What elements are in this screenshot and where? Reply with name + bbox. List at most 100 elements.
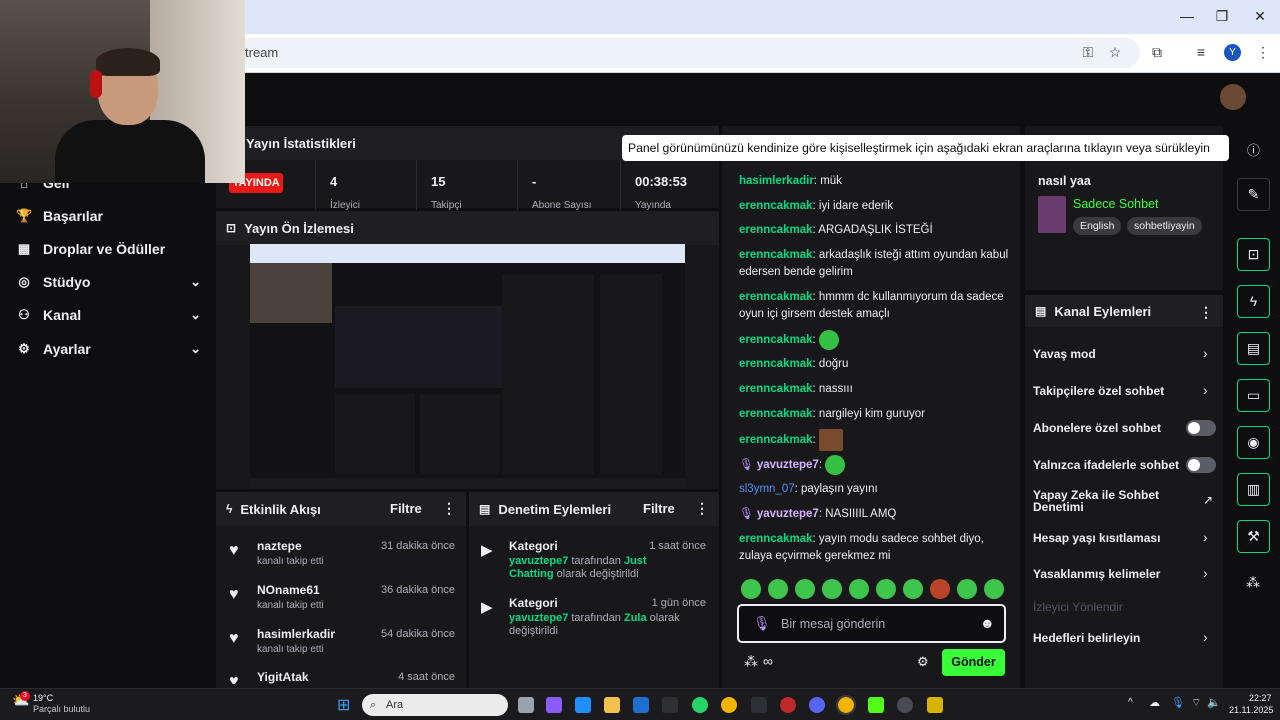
chat-settings-icon[interactable]: ⚙ bbox=[917, 654, 929, 670]
chat-username[interactable]: erenncakmak bbox=[739, 408, 813, 420]
chat-username[interactable]: erenncakmak bbox=[739, 224, 813, 236]
extensions-icon[interactable]: ⧉ bbox=[1148, 44, 1166, 61]
chevron-right-icon[interactable]: › bbox=[1203, 565, 1208, 581]
outlook-icon[interactable] bbox=[633, 697, 649, 713]
send-button[interactable]: Gönder bbox=[942, 649, 1005, 676]
chat-username[interactable]: erenncakmak bbox=[739, 383, 813, 395]
chevron-right-icon[interactable]: › bbox=[1203, 345, 1208, 361]
key-icon[interactable]: ⚿ bbox=[1079, 44, 1097, 61]
store-icon[interactable] bbox=[662, 697, 678, 713]
chat-username[interactable]: sl3ymn_07 bbox=[739, 483, 795, 495]
user-avatar[interactable] bbox=[1220, 84, 1246, 110]
emote-button[interactable] bbox=[822, 579, 842, 599]
wifi-icon[interactable]: ⌔ bbox=[1191, 696, 1201, 710]
task-view-icon[interactable] bbox=[518, 697, 534, 713]
emote-button[interactable] bbox=[768, 579, 788, 599]
maximize-icon[interactable]: ❐ bbox=[1212, 8, 1232, 25]
emote-button[interactable] bbox=[876, 579, 896, 599]
chat-username[interactable]: erenncakmak bbox=[739, 200, 813, 212]
mic-tray-icon[interactable]: 🎙 bbox=[1171, 696, 1185, 709]
activity-filter-button[interactable]: Filtre bbox=[390, 501, 422, 516]
chat-username[interactable]: erenncakmak bbox=[739, 291, 813, 303]
clock-date[interactable]: 21.11.2025 bbox=[1229, 705, 1273, 715]
infinity-icon[interactable]: ∞ bbox=[763, 653, 773, 669]
app-red-icon[interactable] bbox=[780, 697, 796, 713]
action-slow-mode[interactable]: Yavaş mod bbox=[1033, 347, 1213, 361]
edge-icon[interactable] bbox=[575, 697, 591, 713]
app-yellow-icon[interactable] bbox=[927, 697, 943, 713]
chevron-right-icon[interactable]: › bbox=[1203, 382, 1208, 398]
info-icon[interactable]: ⓘ bbox=[1247, 140, 1260, 159]
emote-button[interactable] bbox=[849, 579, 869, 599]
nav-item-settings[interactable]: ⚙ Ayarlar ⌄ bbox=[16, 339, 201, 359]
nav-item-studio[interactable]: ◎ Stüdyo ⌄ bbox=[16, 272, 201, 292]
nav-item-channel[interactable]: ⚇ Kanal ⌄ bbox=[16, 305, 201, 325]
chrome-active-icon[interactable] bbox=[836, 695, 856, 715]
whatsapp-icon[interactable] bbox=[692, 697, 708, 713]
chat-username[interactable]: erenncakmak bbox=[739, 249, 813, 261]
chevron-right-icon[interactable]: › bbox=[1203, 529, 1208, 545]
document-tool-icon[interactable]: ▤ bbox=[1237, 332, 1270, 365]
chat-input[interactable]: 🎙 Bir mesaj gönderin ☻ bbox=[737, 604, 1006, 643]
taskbar-search[interactable]: ⌕ Ara bbox=[362, 694, 508, 716]
channel-actions-more-icon[interactable]: ⋮ bbox=[1199, 304, 1213, 321]
subscribers-only-toggle[interactable] bbox=[1186, 420, 1216, 436]
browser-menu-icon[interactable]: ⋮ bbox=[1254, 44, 1272, 61]
obs-icon[interactable] bbox=[897, 697, 913, 713]
more-tools-icon[interactable]: ⁂ bbox=[1246, 574, 1260, 591]
activity-more-icon[interactable]: ⋮ bbox=[442, 500, 456, 517]
emote-button[interactable] bbox=[930, 579, 950, 599]
chat-username[interactable]: erenncakmak bbox=[739, 358, 813, 370]
action-followers-only[interactable]: Takipçilere özel sohbet bbox=[1033, 384, 1213, 398]
chrome-icon[interactable] bbox=[721, 697, 737, 713]
copilot-icon[interactable] bbox=[546, 697, 562, 713]
discord-icon[interactable] bbox=[809, 697, 825, 713]
emote-button[interactable] bbox=[984, 579, 1004, 599]
emote-button[interactable] bbox=[795, 579, 815, 599]
windows-start-icon[interactable]: ⊞ bbox=[337, 695, 350, 715]
bookmark-star-icon[interactable]: ☆ bbox=[1106, 44, 1124, 61]
cloud-icon[interactable]: ☁ bbox=[1149, 696, 1160, 709]
emote-button[interactable] bbox=[957, 579, 977, 599]
file-explorer-icon[interactable] bbox=[604, 697, 620, 713]
clock-time[interactable]: 22:27 bbox=[1249, 693, 1272, 703]
pencil-icon[interactable]: ✎ bbox=[1237, 178, 1270, 211]
close-icon[interactable]: ✕ bbox=[1250, 8, 1270, 25]
chevron-right-icon[interactable]: › bbox=[1203, 629, 1208, 645]
tag-english[interactable]: English bbox=[1073, 217, 1122, 235]
action-set-goals[interactable]: Hedefleri belirleyin bbox=[1033, 631, 1213, 645]
chat-username[interactable]: yavuztepe7 bbox=[757, 508, 819, 520]
profile-avatar[interactable]: Y bbox=[1224, 44, 1241, 61]
kick-app-icon[interactable] bbox=[868, 697, 884, 713]
volume-icon[interactable]: 🔈 bbox=[1207, 696, 1221, 709]
media-icon[interactable]: ≡ bbox=[1192, 44, 1210, 60]
tag-sohbetliyayin[interactable]: sohbetliyayin bbox=[1127, 217, 1202, 235]
preview-tool-icon[interactable]: ⊡ bbox=[1237, 238, 1270, 271]
emote-only-toggle[interactable] bbox=[1186, 457, 1216, 473]
chat-username[interactable]: yavuztepe7 bbox=[757, 459, 819, 471]
minimize-icon[interactable]: — bbox=[1177, 8, 1197, 24]
external-link-icon[interactable]: ↗ bbox=[1203, 493, 1213, 507]
emote-button[interactable] bbox=[903, 579, 923, 599]
wrench-tool-icon[interactable]: ⚒ bbox=[1237, 520, 1270, 553]
stream-preview-video[interactable] bbox=[250, 244, 685, 489]
mod-tool-icon[interactable]: ▥ bbox=[1237, 473, 1270, 506]
action-account-age[interactable]: Hesap yaşı kısıtlaması bbox=[1033, 531, 1213, 545]
chat-username[interactable]: erenncakmak bbox=[739, 434, 813, 446]
emoji-icon[interactable]: ☻ bbox=[980, 615, 995, 631]
nav-item-drops[interactable]: ▦ Droplar ve Ödüller bbox=[16, 239, 201, 259]
nav-item-achievements[interactable]: 🏆 Başarılar bbox=[16, 206, 201, 226]
chat-username[interactable]: erenncakmak bbox=[739, 334, 813, 346]
emote-button[interactable] bbox=[741, 579, 761, 599]
url-field[interactable]: tream bbox=[235, 38, 1140, 68]
kick-emote-icon[interactable]: ⁂ bbox=[744, 653, 758, 670]
chat-tool-icon[interactable]: ▭ bbox=[1237, 379, 1270, 412]
tray-chevron-icon[interactable]: ^ bbox=[1128, 697, 1133, 708]
chat-username[interactable]: hasimlerkadir bbox=[739, 175, 814, 187]
app-icon[interactable] bbox=[751, 697, 767, 713]
category-name[interactable]: Sadece Sohbet bbox=[1073, 197, 1159, 211]
broadcast-tool-icon[interactable]: ◉ bbox=[1237, 426, 1270, 459]
lightning-tool-icon[interactable]: ϟ bbox=[1237, 285, 1270, 318]
moderation-more-icon[interactable]: ⋮ bbox=[695, 500, 709, 517]
action-banned-words[interactable]: Yasaklanmış kelimeler bbox=[1033, 567, 1213, 581]
